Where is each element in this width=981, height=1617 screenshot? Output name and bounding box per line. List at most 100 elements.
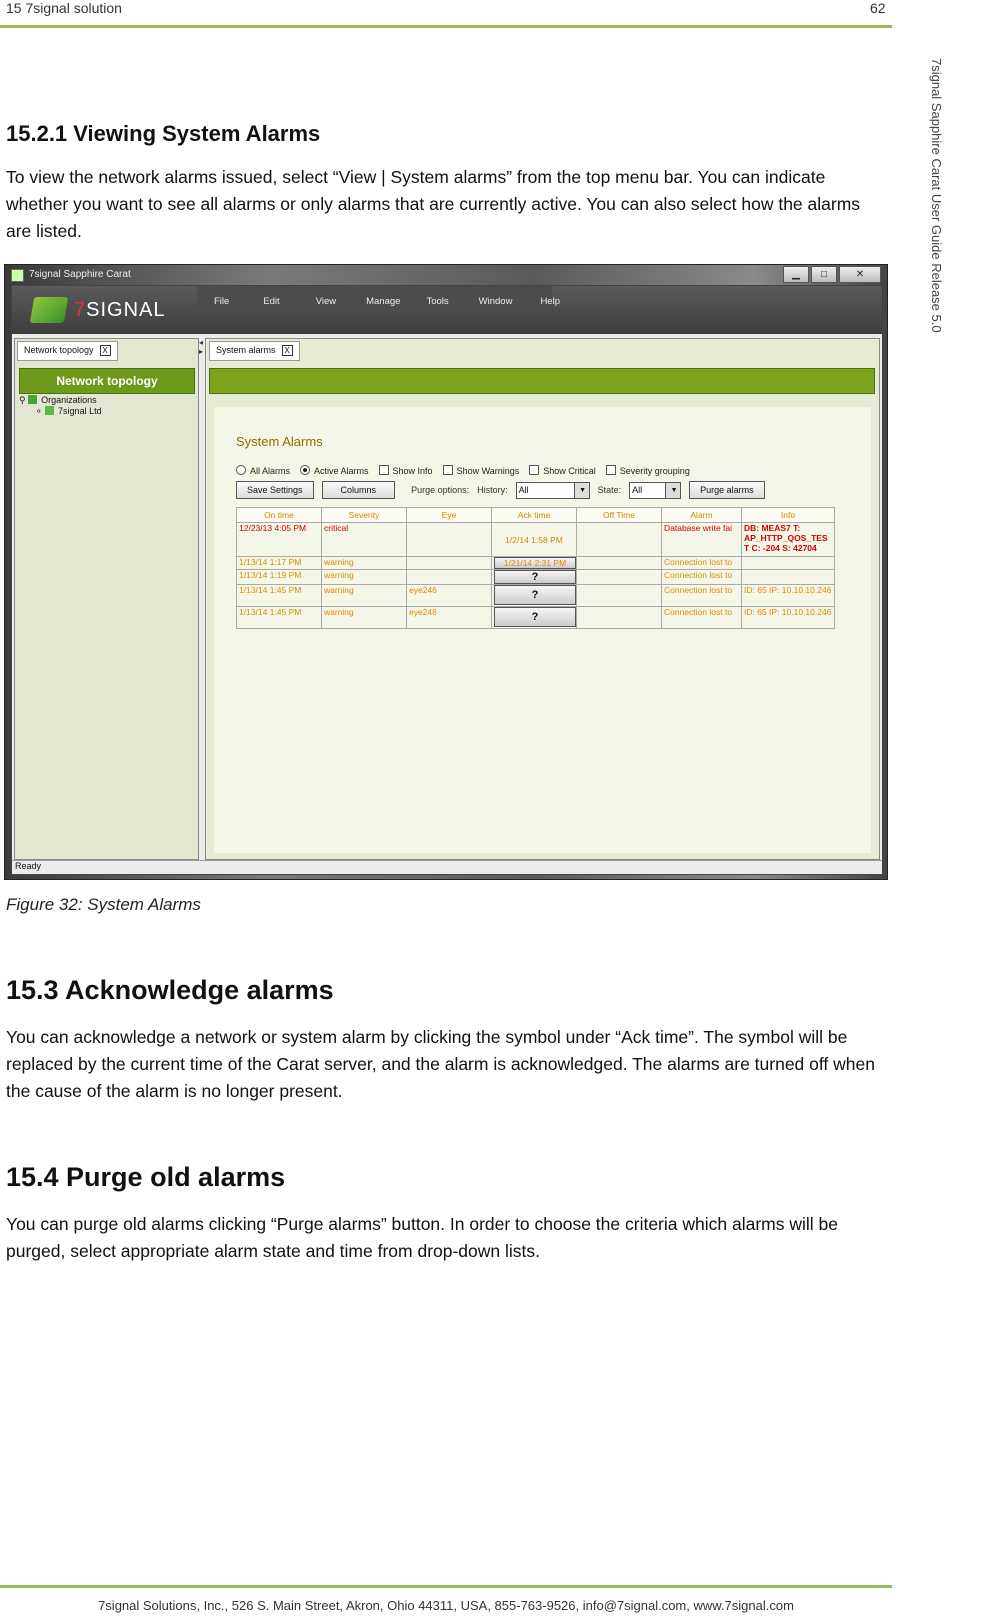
- app-header-bar: 7SIGNAL File Edit View Manage Tools Wind…: [12, 286, 882, 334]
- header-chapter: 15 7signal solution: [6, 0, 122, 16]
- col-severity[interactable]: Severity: [321, 507, 407, 523]
- columns-button[interactable]: Columns: [321, 481, 396, 499]
- col-ack-time[interactable]: Ack time: [491, 507, 577, 523]
- history-select[interactable]: All ▼: [515, 481, 590, 499]
- table-row[interactable]: 1/13/14 1:19 PM warning ? Connection los…: [236, 569, 835, 585]
- history-label: History:: [477, 485, 508, 495]
- panel-title: System Alarms: [236, 434, 323, 449]
- checkbox-show-info[interactable]: Show Info: [378, 465, 433, 476]
- alarms-table: On time Severity Eye Ack time Off Time A…: [236, 507, 835, 629]
- tree-item-7signal[interactable]: ⚬ 7signal Ltd: [19, 406, 102, 417]
- acknowledge-button[interactable]: ?: [494, 570, 576, 584]
- col-alarm[interactable]: Alarm: [661, 507, 742, 523]
- checkbox-show-warnings[interactable]: Show Warnings: [442, 465, 519, 476]
- alarm-toolbar: Save Settings Columns Purge options: His…: [236, 481, 765, 499]
- table-row[interactable]: 1/13/14 1:45 PM warning eye246 ? Connect…: [236, 606, 835, 629]
- cell-eye: eye246: [406, 584, 492, 607]
- col-off-time[interactable]: Off Time: [576, 507, 662, 523]
- cell-severity: warning: [321, 606, 407, 629]
- window-titlebar: 7signal Sapphire Carat ▁ □ ✕: [5, 265, 887, 285]
- tab-close-icon[interactable]: X: [281, 345, 293, 356]
- purge-options-label: Purge options:: [411, 485, 470, 495]
- minimize-icon[interactable]: ▁: [783, 266, 809, 283]
- cell-severity: critical: [321, 522, 407, 557]
- cell-eye: eye246: [406, 606, 492, 629]
- cell-alarm: Database write fai: [661, 522, 742, 557]
- menu-view[interactable]: View: [316, 286, 336, 312]
- cell-ack-time: ?: [491, 569, 577, 585]
- checkbox-show-critical[interactable]: Show Critical: [529, 465, 596, 476]
- save-settings-button[interactable]: Save Settings: [236, 481, 314, 499]
- alarms-panel: System Alarms All Alarms Active Alarms S…: [214, 407, 871, 853]
- tab-network-topology[interactable]: Network topology X: [17, 341, 118, 361]
- col-on-time[interactable]: On time: [236, 507, 322, 523]
- status-bar: Ready: [12, 860, 882, 874]
- acknowledge-button[interactable]: ?: [494, 585, 576, 605]
- cell-eye: [406, 556, 492, 570]
- checkbox-icon: [529, 465, 540, 475]
- table-row[interactable]: 1/13/14 1:17 PM warning 1/21/14 2:31 PM …: [236, 556, 835, 570]
- radio-active-alarms[interactable]: Active Alarms: [300, 465, 369, 476]
- radio-all-alarms[interactable]: All Alarms: [236, 465, 290, 476]
- menu-tools[interactable]: Tools: [426, 286, 448, 312]
- cell-eye: [406, 522, 492, 557]
- system-alarms-pane: System alarms X System Alarms All Alarms …: [205, 338, 880, 860]
- table-row[interactable]: 12/23/13 4:05 PM critical 1/2/14 1:58 PM…: [236, 522, 835, 557]
- tab-close-icon[interactable]: X: [99, 345, 111, 356]
- app-window: 7SIGNAL File Edit View Manage Tools Wind…: [11, 285, 883, 875]
- acknowledge-button[interactable]: ?: [494, 607, 576, 627]
- menu-manage[interactable]: Manage: [366, 286, 400, 312]
- network-topology-pane: Network topology X Network topology ⚲ Org…: [14, 338, 199, 860]
- close-icon[interactable]: ✕: [839, 266, 881, 283]
- cell-alarm: Connection lost to: [661, 556, 742, 570]
- figure-caption: Figure 32: System Alarms: [6, 895, 201, 914]
- section-1521-text: To view the network alarms issued, selec…: [6, 167, 861, 241]
- green-header-bar: [209, 368, 875, 394]
- menu-help[interactable]: Help: [540, 286, 560, 312]
- ack-time-value: 1/21/14 2:31 PM: [494, 557, 576, 569]
- window-title: 7signal Sapphire Carat: [29, 269, 131, 280]
- menu-file[interactable]: File: [214, 286, 229, 312]
- cell-alarm: Connection lost to: [661, 606, 742, 629]
- checkbox-icon: [378, 465, 389, 475]
- topology-tree: ⚲ Organizations ⚬ 7signal Ltd: [19, 395, 102, 417]
- tree-item-organizations[interactable]: ⚲ Organizations: [19, 395, 102, 406]
- checkbox-icon: [442, 465, 453, 475]
- cell-off-time: [576, 556, 662, 570]
- menu-edit[interactable]: Edit: [263, 286, 279, 312]
- tree-expand-icon[interactable]: ⚲: [19, 395, 28, 405]
- header-rule: [0, 25, 892, 28]
- tab-system-alarms[interactable]: System alarms X: [209, 341, 300, 361]
- tab-network-topology-label: Network topology: [24, 345, 94, 355]
- footer-rule: [0, 1585, 892, 1588]
- table-header-row: On time Severity Eye Ack time Off Time A…: [236, 507, 835, 523]
- history-value: All: [518, 485, 529, 495]
- col-info[interactable]: Info: [741, 507, 835, 523]
- col-eye[interactable]: Eye: [406, 507, 492, 523]
- sidebar-title: 7signal Sapphire Carat User Guide Releas…: [929, 58, 944, 333]
- radio-icon: [300, 465, 311, 475]
- logo-text: 7SIGNAL: [74, 299, 165, 322]
- state-select[interactable]: All ▼: [629, 481, 682, 499]
- purge-alarms-button[interactable]: Purge alarms: [689, 481, 765, 499]
- cell-info: ID: 65 IP: 10.10.10.246: [741, 584, 835, 607]
- tree-expand-icon[interactable]: ⚬: [35, 406, 45, 416]
- radio-label: Active Alarms: [314, 466, 369, 476]
- table-row[interactable]: 1/13/14 1:45 PM warning eye246 ? Connect…: [236, 584, 835, 607]
- maximize-icon[interactable]: □: [811, 266, 837, 283]
- menu-window[interactable]: Window: [479, 286, 513, 312]
- 7signal-logo: 7SIGNAL: [29, 294, 197, 326]
- section-154-text: You can purge old alarms clicking “Purge…: [6, 1214, 838, 1261]
- chevron-down-icon: ▼: [665, 482, 681, 498]
- cell-severity: warning: [321, 569, 407, 585]
- cell-on-time: 1/13/14 1:19 PM: [236, 569, 322, 585]
- cell-off-time: [576, 584, 662, 607]
- cell-off-time: [576, 522, 662, 557]
- checkbox-icon: [605, 465, 616, 475]
- checkbox-label: Severity grouping: [619, 466, 690, 476]
- cell-off-time: [576, 606, 662, 629]
- state-label: State:: [597, 485, 622, 495]
- cell-ack-time: 1/2/14 1:58 PM: [491, 522, 577, 557]
- cell-on-time: 1/13/14 1:45 PM: [236, 584, 322, 607]
- checkbox-severity-grouping[interactable]: Severity grouping: [605, 465, 690, 476]
